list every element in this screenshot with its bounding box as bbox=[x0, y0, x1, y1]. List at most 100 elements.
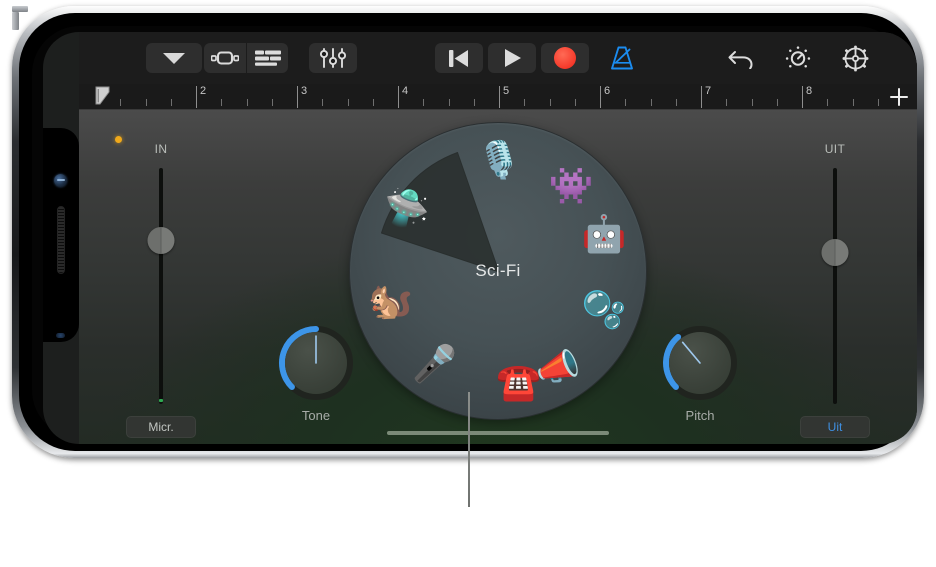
front-camera-icon bbox=[54, 174, 67, 187]
input-slider-thumb[interactable] bbox=[147, 226, 175, 254]
play-icon bbox=[504, 49, 521, 67]
ruler-beat-tick bbox=[347, 99, 349, 106]
ruler-beat-tick bbox=[246, 99, 248, 106]
callout-leader-line bbox=[468, 392, 470, 507]
ruler-beat-tick bbox=[877, 99, 879, 106]
ruler-bar-number: 6 bbox=[604, 85, 611, 97]
add-section-button[interactable] bbox=[890, 88, 908, 106]
record-button[interactable] bbox=[541, 43, 589, 73]
input-channel-strip: IN Micr. Kanaal bbox=[101, 110, 221, 444]
ruler-beat-tick bbox=[675, 99, 677, 106]
timeline-ruler[interactable]: 2 3 4 5 6 7 8 bbox=[79, 84, 917, 110]
wheel-item-vocal-mic[interactable]: 🎤 bbox=[406, 335, 464, 393]
ruler-beat-tick bbox=[372, 99, 374, 106]
tone-knob-label: Tone bbox=[301, 408, 331, 423]
home-indicator bbox=[387, 431, 609, 435]
settings-button[interactable] bbox=[831, 43, 879, 73]
pitch-knob-group: Pitch bbox=[657, 323, 743, 423]
output-title: UIT bbox=[824, 142, 846, 156]
ruler-beat-tick bbox=[776, 99, 778, 106]
monitor-slider-thumb[interactable] bbox=[821, 239, 849, 267]
ruler-bar-line bbox=[701, 86, 702, 108]
ruler-beat-tick bbox=[322, 99, 324, 106]
monitor-level-slider[interactable] bbox=[833, 168, 837, 404]
fx-controls-button[interactable] bbox=[774, 43, 822, 73]
metronome-icon bbox=[611, 46, 633, 70]
rewind-button[interactable] bbox=[435, 43, 483, 73]
mixer-fx-button[interactable] bbox=[309, 43, 357, 73]
ruler-beat-tick bbox=[170, 99, 172, 106]
ruler-bar-line bbox=[802, 86, 803, 108]
input-title: IN bbox=[154, 142, 168, 156]
ruler-beat-tick bbox=[473, 99, 475, 106]
tracks-view-button[interactable] bbox=[246, 43, 288, 73]
tone-knob-indicator bbox=[315, 335, 317, 364]
ruler-beat-tick bbox=[751, 99, 753, 106]
ruler-bar-line bbox=[297, 86, 298, 108]
view-mode-segmented-control[interactable] bbox=[204, 43, 288, 73]
ruler-beat-tick bbox=[524, 99, 526, 106]
phone-device-frame: 2 3 4 5 6 7 8 IN Micr. UIT Uit Tone Pitch Sci-… bbox=[12, 6, 924, 458]
monitor-toggle-button[interactable]: Uit bbox=[800, 416, 870, 438]
wheel-item-monster[interactable]: 👾 bbox=[542, 157, 600, 215]
ruler-bar-number: 3 bbox=[301, 85, 308, 97]
ruler-beat-tick bbox=[574, 99, 576, 106]
gear-icon bbox=[842, 45, 868, 71]
wheel-item-megaphone[interactable]: 📣 bbox=[529, 338, 587, 396]
proximity-sensor-icon bbox=[56, 333, 65, 338]
pitch-knob-indicator bbox=[681, 341, 701, 364]
input-source-button[interactable]: Micr. bbox=[126, 416, 196, 438]
ruler-beat-tick bbox=[625, 99, 627, 106]
ruler-beat-tick bbox=[221, 99, 223, 106]
ruler-bar-number: 7 bbox=[705, 85, 712, 97]
triangle-down-icon bbox=[163, 52, 185, 64]
ruler-bar-marks: 2 3 4 5 6 7 8 bbox=[79, 84, 917, 109]
ruler-beat-tick bbox=[549, 99, 551, 106]
ruler-beat-tick bbox=[827, 99, 829, 106]
tracks-view-icon bbox=[254, 50, 281, 66]
ruler-bar-number: 8 bbox=[806, 85, 813, 97]
output-channel-strip: UIT Uit Monitor bbox=[775, 110, 895, 444]
ruler-beat-tick bbox=[852, 99, 854, 106]
wheel-item-microphone-clean[interactable]: 🎙️ bbox=[470, 131, 528, 189]
instrument-view-button[interactable] bbox=[204, 43, 246, 73]
undo-button[interactable] bbox=[717, 43, 765, 73]
ruler-bar-number: 2 bbox=[200, 85, 207, 97]
wheel-item-squirrel[interactable]: 🐿️ bbox=[362, 272, 420, 330]
audio-recorder-panel: IN Micr. Kanaal UIT Uit Monitor bbox=[79, 110, 917, 444]
rewind-icon bbox=[449, 49, 468, 67]
tone-knob[interactable] bbox=[276, 323, 356, 403]
ruler-bar-number: 4 bbox=[402, 85, 409, 97]
playhead-marker[interactable] bbox=[95, 86, 112, 106]
sliders-icon bbox=[320, 48, 346, 68]
ruler-beat-tick bbox=[271, 99, 273, 106]
wheel-item-bubbles[interactable]: 🫧 bbox=[575, 281, 633, 339]
wheel-item-ufo[interactable]: 🛸 bbox=[378, 179, 436, 237]
record-icon bbox=[554, 47, 576, 69]
ruler-beat-tick bbox=[448, 99, 450, 106]
tone-knob-group: Tone bbox=[273, 323, 359, 423]
ruler-beat-tick bbox=[145, 99, 147, 106]
effect-selector-wheel[interactable]: Sci-Fi 🎙️ 🛸 🐿️ 🎤 ☎️ 📣 🫧 🤖 👾 bbox=[349, 122, 647, 420]
ruler-beat-tick bbox=[423, 99, 425, 106]
playhead-icon bbox=[95, 86, 110, 105]
ruler-bar-line bbox=[196, 86, 197, 108]
input-level-slider[interactable] bbox=[159, 168, 163, 404]
ruler-bar-line bbox=[600, 86, 601, 108]
ruler-beat-tick bbox=[120, 99, 122, 106]
earpiece-speaker-icon bbox=[57, 206, 65, 274]
screenshot-stage: 2 3 4 5 6 7 8 IN Micr. UIT Uit Tone Pitch Sci-… bbox=[0, 0, 936, 567]
ruler-bar-number: 5 bbox=[503, 85, 510, 97]
side-button-left[interactable] bbox=[12, 12, 19, 30]
monitor-sub-label: Monitor bbox=[815, 443, 855, 444]
my-songs-menu-button[interactable] bbox=[146, 43, 202, 73]
ruler-bar-line bbox=[499, 86, 500, 108]
pitch-knob[interactable] bbox=[660, 323, 740, 403]
input-sub-label: Kanaal bbox=[142, 443, 179, 444]
app-toolbar bbox=[79, 32, 917, 84]
play-button[interactable] bbox=[488, 43, 536, 73]
pitch-knob-label: Pitch bbox=[685, 408, 715, 423]
metronome-button[interactable] bbox=[601, 43, 643, 73]
undo-arrow-icon bbox=[728, 51, 753, 69]
instrument-view-icon bbox=[211, 51, 239, 65]
